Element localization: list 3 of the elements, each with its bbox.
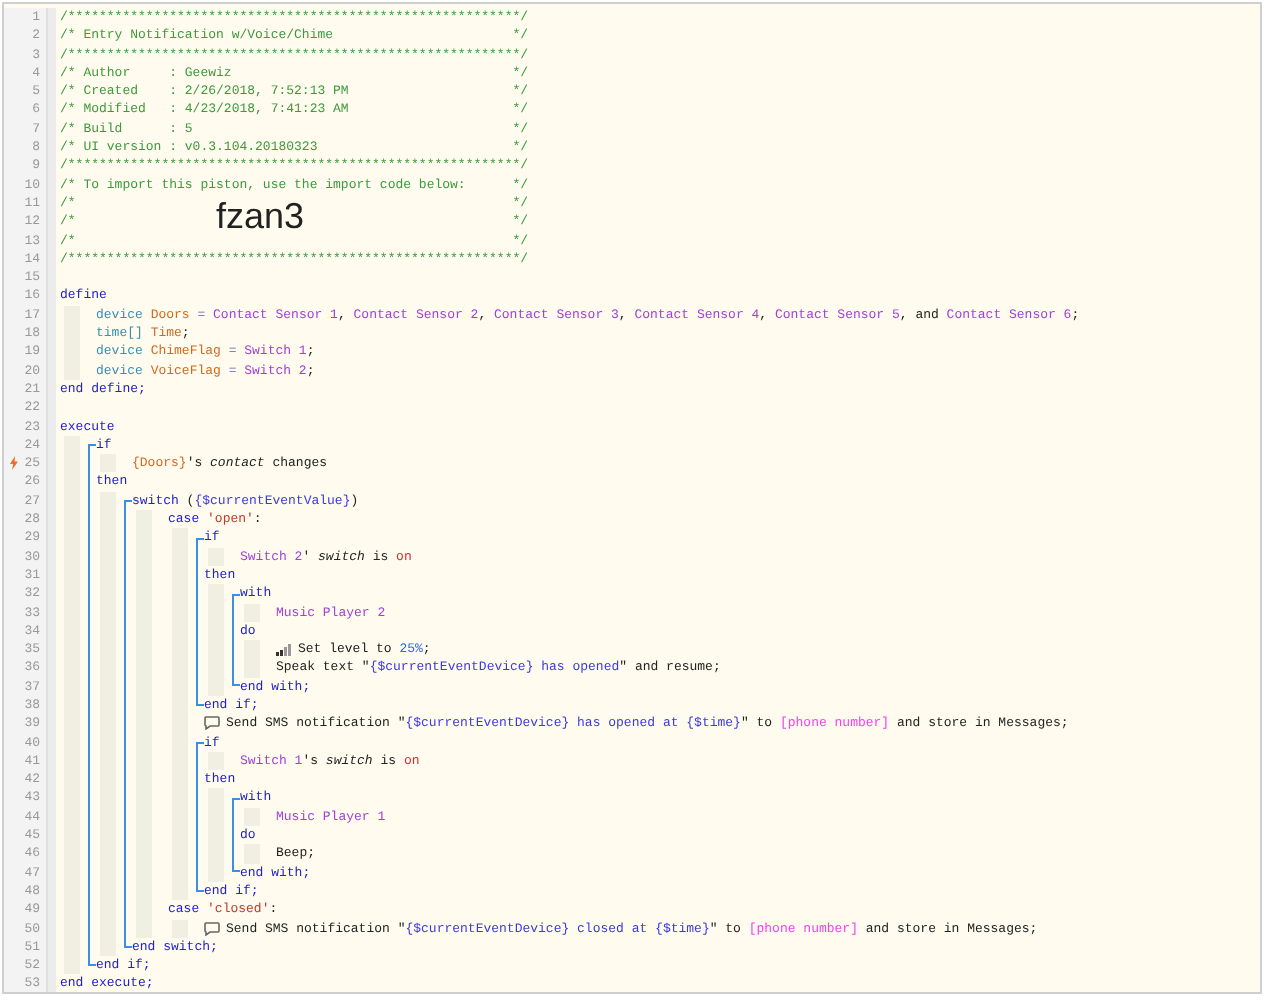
- chat-bubble-icon: [204, 921, 220, 936]
- chat-bubble-icon: [204, 716, 220, 731]
- signal-bars-icon: [276, 643, 292, 656]
